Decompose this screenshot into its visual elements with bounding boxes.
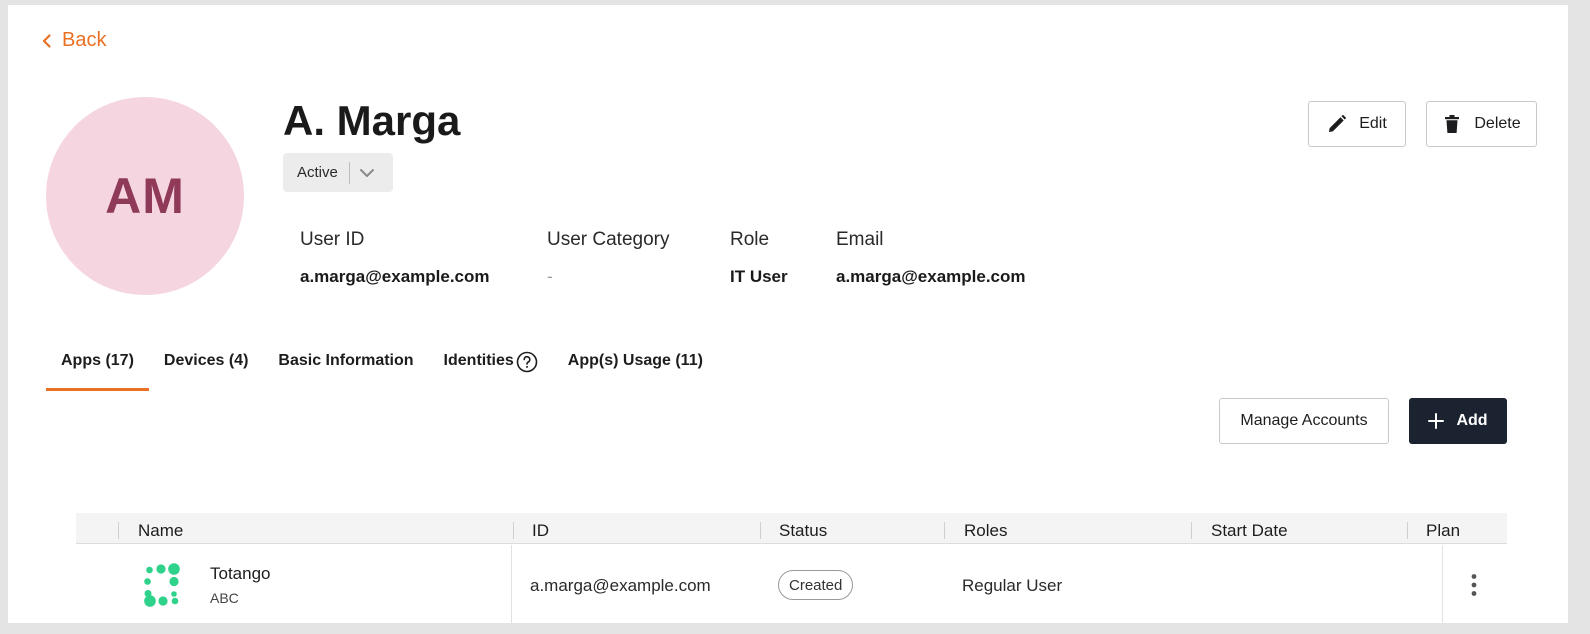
detail-value: -: [547, 267, 553, 286]
column-divider[interactable]: [513, 522, 514, 539]
column-divider: [511, 545, 512, 623]
column-header-status[interactable]: Status: [779, 521, 827, 541]
column-divider: [118, 522, 119, 539]
back-link[interactable]: Back: [40, 29, 106, 52]
chevron-down-icon[interactable]: [350, 164, 384, 182]
tab-devices[interactable]: Devices (4): [149, 341, 264, 391]
delete-button[interactable]: Delete: [1426, 101, 1537, 147]
column-divider: [1442, 545, 1443, 623]
delete-label: Delete: [1474, 115, 1521, 132]
add-label: Add: [1456, 412, 1488, 429]
trash-icon: [1445, 115, 1460, 133]
tab-app-usage[interactable]: App(s) Usage (11): [553, 341, 718, 391]
detail-label: Email: [836, 229, 884, 250]
column-divider[interactable]: [944, 522, 945, 539]
account-roles: Regular User: [962, 576, 1063, 595]
detail-user-category: User Category -: [547, 229, 670, 287]
more-options-icon[interactable]: [1461, 572, 1487, 598]
tab-label: Devices (4): [163, 352, 249, 369]
column-divider[interactable]: [1191, 522, 1192, 539]
column-divider[interactable]: [1407, 522, 1408, 539]
column-header-roles[interactable]: Roles: [964, 521, 1007, 541]
totango-logo-icon: [144, 563, 180, 607]
column-header-name[interactable]: Name: [138, 521, 183, 541]
manage-accounts-label: Manage Accounts: [1240, 412, 1368, 429]
detail-role: Role IT User: [730, 229, 788, 287]
plus-icon: [1428, 413, 1445, 429]
status-dropdown-value: Active: [297, 164, 338, 181]
tab-identities[interactable]: Identities: [429, 341, 553, 391]
detail-email: Email a.marga@example.com: [836, 229, 1026, 287]
user-detail-page: Back AM A. Marga Active User ID a.marga@…: [8, 5, 1568, 623]
status-dropdown[interactable]: Active: [283, 153, 393, 192]
avatar: AM: [46, 97, 244, 295]
detail-value: a.marga@example.com: [836, 267, 1026, 286]
app-name[interactable]: Totango: [210, 564, 271, 584]
avatar-initials: AM: [105, 168, 185, 224]
help-circle-icon[interactable]: [516, 351, 538, 373]
tab-bar: Apps (17) Devices (4) Basic Information …: [46, 341, 718, 391]
back-label: Back: [62, 29, 107, 51]
manage-accounts-button[interactable]: Manage Accounts: [1219, 398, 1389, 444]
tab-label: App(s) Usage (11): [567, 352, 703, 369]
chevron-left-icon: [42, 33, 51, 48]
detail-value: a.marga@example.com: [300, 267, 490, 286]
tab-label: Basic Information: [278, 352, 414, 369]
status-badge: Created: [778, 570, 854, 600]
account-id: a.marga@example.com: [530, 576, 711, 595]
tab-label: Apps (17): [61, 352, 134, 369]
app-subtitle: ABC: [210, 590, 239, 606]
detail-user-id: User ID a.marga@example.com: [300, 229, 490, 287]
column-divider[interactable]: [760, 522, 761, 539]
tab-apps[interactable]: Apps (17): [46, 341, 149, 391]
add-button[interactable]: Add: [1409, 398, 1507, 444]
table-row[interactable]: Totango ABC a.marga@example.com Created …: [76, 545, 1507, 623]
pencil-icon: [1329, 114, 1347, 132]
page-title: A. Marga: [283, 97, 461, 144]
detail-value: IT User: [730, 267, 788, 286]
column-header-plan[interactable]: Plan: [1426, 521, 1460, 541]
column-header-id[interactable]: ID: [532, 521, 549, 541]
column-header-start-date[interactable]: Start Date: [1211, 521, 1288, 541]
table-header: Name ID Status Roles Start Date Plan: [76, 513, 1507, 544]
tab-basic-information[interactable]: Basic Information: [263, 341, 428, 391]
edit-label: Edit: [1359, 115, 1387, 132]
tab-label: Identities: [443, 352, 514, 369]
apps-table: Name ID Status Roles Start Date Plan Tot…: [76, 513, 1507, 623]
detail-label: User Category: [547, 229, 670, 250]
edit-button[interactable]: Edit: [1308, 101, 1406, 147]
detail-label: User ID: [300, 229, 365, 250]
detail-label: Role: [730, 229, 770, 250]
